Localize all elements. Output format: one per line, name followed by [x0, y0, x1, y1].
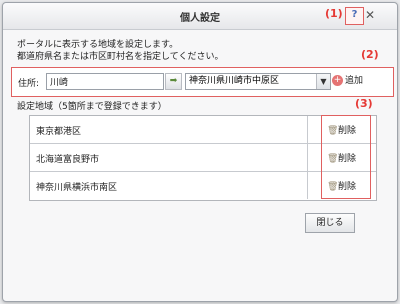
list-item: 北海道富良野市 🗑削除 — [30, 144, 376, 172]
list-item: 神奈川県横浜市南区 🗑削除 — [30, 172, 376, 199]
close-button[interactable]: 閉じる — [305, 213, 355, 233]
delete-label: 削除 — [338, 154, 357, 164]
region-list: 東京都港区 🗑削除 北海道富良野市 🗑削除 神奈川県横浜市南区 🗑削除 — [29, 115, 377, 201]
trash-icon: 🗑 — [327, 125, 339, 136]
city-select[interactable]: 神奈川県川崎市中原区 ▼ — [185, 73, 331, 90]
column-divider — [307, 172, 308, 199]
description-line-2: 都道府県名または市区町村名を指定してください。 — [17, 52, 224, 62]
region-name: 北海道富良野市 — [36, 155, 100, 165]
help-icon[interactable]: ? — [349, 9, 360, 21]
dialog-title: 個人設定 — [180, 13, 220, 24]
delete-button[interactable]: 🗑削除 — [327, 123, 357, 137]
help-highlight: ? — [345, 7, 364, 25]
delete-label: 削除 — [338, 182, 357, 192]
callout-1: (1) — [325, 7, 343, 20]
address-label: 住所: — [18, 79, 40, 89]
address-input[interactable] — [46, 73, 164, 90]
search-arrow-icon[interactable]: ➡ — [165, 73, 182, 90]
trash-icon: 🗑 — [327, 153, 339, 164]
chevron-down-icon[interactable]: ▼ — [316, 74, 330, 89]
region-name: 神奈川県横浜市南区 — [36, 183, 118, 193]
callout-2: (2) — [361, 48, 379, 61]
delete-button[interactable]: 🗑削除 — [327, 179, 357, 193]
column-divider — [307, 144, 308, 171]
city-select-value: 神奈川県川崎市中原区 — [189, 76, 280, 86]
settings-dialog: 個人設定 ? ✕ (1) (2) (3) ポータルに表示する地域を設定します。 … — [2, 2, 398, 302]
description-line-1: ポータルに表示する地域を設定します。 — [17, 40, 179, 50]
column-divider — [307, 116, 308, 143]
callout-3: (3) — [355, 97, 373, 110]
add-icon: + — [332, 75, 343, 86]
delete-button[interactable]: 🗑削除 — [327, 151, 357, 165]
close-icon[interactable]: ✕ — [364, 8, 376, 22]
description: ポータルに表示する地域を設定します。 都道府県名または市区町村名を指定してくださ… — [17, 39, 223, 63]
add-button[interactable]: + 追加 — [332, 73, 363, 89]
region-name: 東京都港区 — [36, 127, 82, 137]
list-item: 東京都港区 🗑削除 — [30, 116, 376, 144]
region-list-label: 設定地域（5箇所まで登録できます） — [17, 102, 167, 112]
address-search-bar: 住所: ➡ 神奈川県川崎市中原区 ▼ +追加 — [11, 67, 394, 97]
add-button-label: 追加 — [345, 76, 364, 86]
delete-label: 削除 — [338, 126, 357, 136]
trash-icon: 🗑 — [327, 181, 339, 192]
